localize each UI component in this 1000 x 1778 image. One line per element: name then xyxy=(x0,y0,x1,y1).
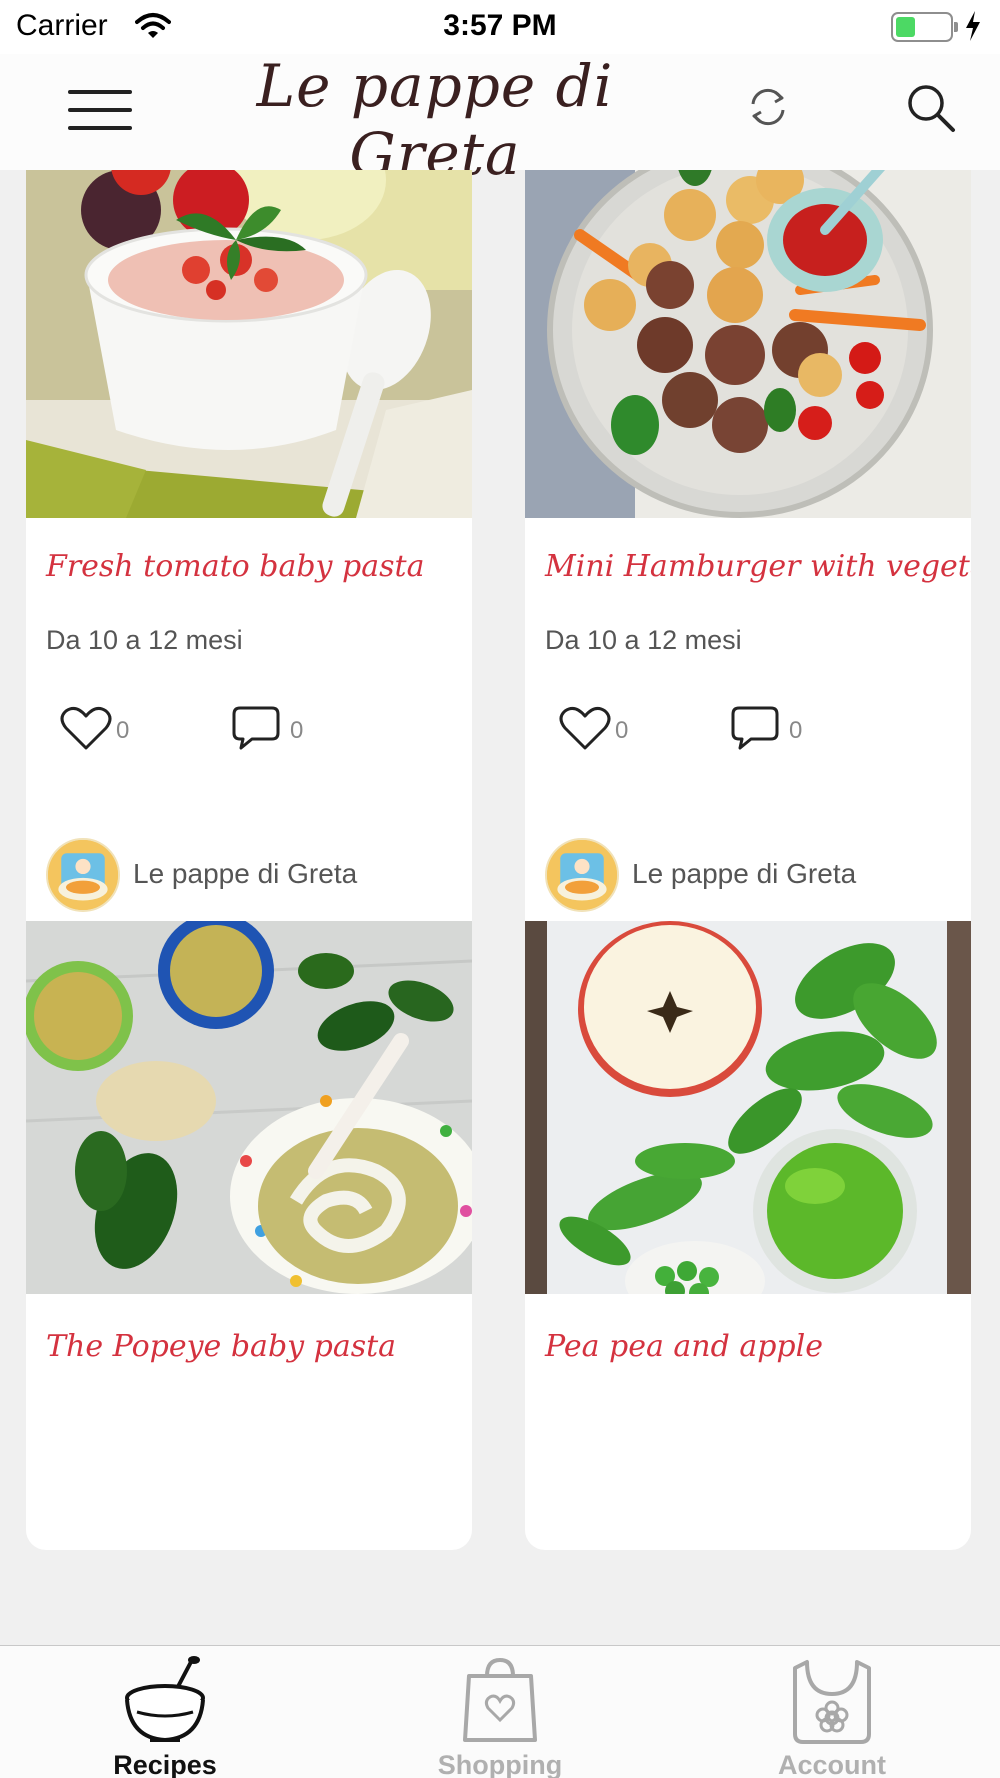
search-icon[interactable] xyxy=(905,82,957,134)
recipe-author[interactable]: Le pappe di Greta xyxy=(26,826,472,921)
author-avatar xyxy=(46,838,120,912)
tab-label: Account xyxy=(778,1750,886,1778)
recipe-title[interactable]: Pea pea and apple xyxy=(525,1299,971,1409)
recipe-stats: 0 0 xyxy=(525,705,971,805)
bib-icon xyxy=(793,1660,871,1744)
heart-icon xyxy=(60,706,112,750)
refresh-icon[interactable] xyxy=(745,84,791,130)
recipe-title[interactable]: The Popeye baby pasta xyxy=(26,1299,472,1409)
recipe-age-range: Da 10 a 12 mesi xyxy=(545,625,742,655)
comment-button[interactable]: 0 xyxy=(232,705,303,751)
comment-count: 0 xyxy=(789,717,803,744)
recipe-age-range: Da 10 a 12 mesi xyxy=(46,625,243,655)
recipe-photo[interactable] xyxy=(525,921,971,1321)
recipe-author[interactable]: Le pappe di Greta xyxy=(525,826,971,921)
tab-account[interactable]: Account xyxy=(732,1654,932,1778)
author-avatar xyxy=(545,838,619,912)
tab-shopping[interactable]: Shopping xyxy=(400,1654,600,1778)
battery-level xyxy=(896,17,915,37)
shopping-bag-icon xyxy=(463,1657,537,1742)
comment-button[interactable]: 0 xyxy=(731,705,802,751)
tab-label: Recipes xyxy=(113,1750,217,1778)
charging-bolt-icon xyxy=(966,11,980,41)
tab-bar: Recipes Shopping Account xyxy=(0,1645,1000,1778)
recipe-card[interactable]: Le pappe di Greta The Popeye baby pasta xyxy=(26,826,472,1550)
recipe-photo[interactable] xyxy=(525,170,971,518)
author-name: Le pappe di Greta xyxy=(133,858,358,889)
bowl-icon xyxy=(125,1656,205,1743)
app-header: Le pappe di Greta xyxy=(0,52,1000,188)
author-name: Le pappe di Greta xyxy=(632,858,857,889)
battery-icon xyxy=(891,12,958,42)
recipe-title[interactable]: Mini Hamburger with vegetables xyxy=(525,523,971,625)
recipe-feed[interactable]: Fresh tomato baby pasta Da 10 a 12 mesi … xyxy=(0,170,1000,1645)
comment-icon xyxy=(232,706,280,750)
like-button[interactable]: 0 xyxy=(559,705,628,751)
like-button[interactable]: 0 xyxy=(60,705,129,751)
comment-count: 0 xyxy=(290,717,304,744)
recipe-photo[interactable] xyxy=(26,913,472,1294)
tab-recipes[interactable]: Recipes xyxy=(65,1654,265,1778)
comment-icon xyxy=(731,706,779,750)
like-count: 0 xyxy=(615,717,629,744)
recipe-stats: 0 0 xyxy=(26,705,472,805)
menu-icon[interactable] xyxy=(68,90,132,130)
recipe-card[interactable]: Le pappe di Greta Pea pea and apple xyxy=(525,826,971,1550)
recipe-title[interactable]: Fresh tomato baby pasta xyxy=(26,523,472,625)
app-title: Le pappe di Greta xyxy=(256,52,614,188)
status-time: 3:57 PM xyxy=(443,9,557,42)
heart-icon xyxy=(559,706,611,750)
tab-label: Shopping xyxy=(437,1750,563,1778)
recipe-photo[interactable] xyxy=(26,170,472,518)
like-count: 0 xyxy=(116,717,130,744)
status-bar: Carrier 3:57 PM xyxy=(0,0,1000,54)
